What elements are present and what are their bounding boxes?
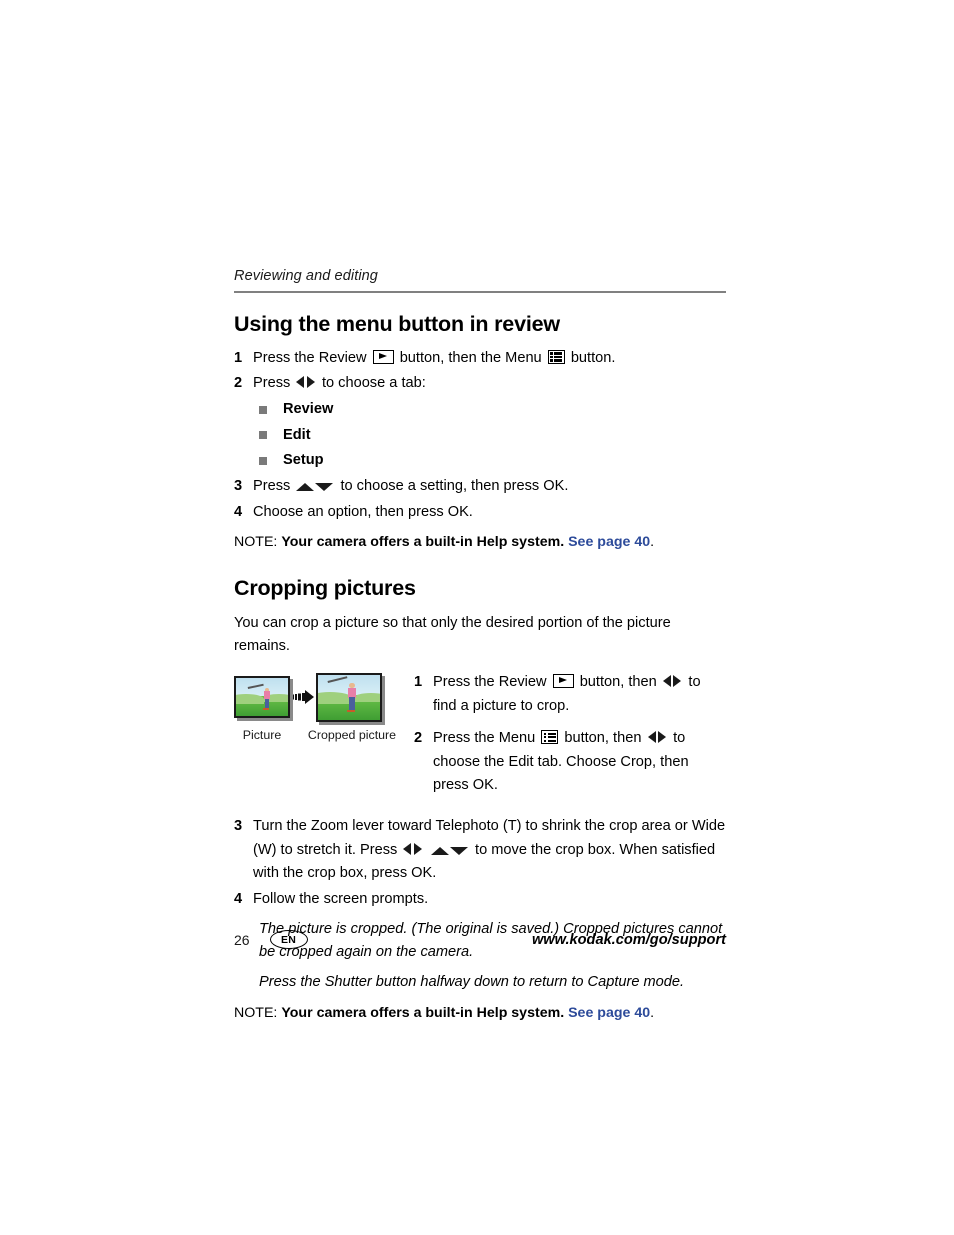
step-text-part: button, then [564,730,642,747]
step-text: Choose an option, then press OK. [253,503,473,520]
picture-thumbnail-wrap [234,676,293,722]
golfer-shoe [346,709,355,713]
menu-button-icon [541,730,559,745]
golfer-legs [264,698,269,709]
bullet-square-icon [259,405,267,414]
step-text-part: Press the Menu [433,730,536,747]
step-text: Turn the Zoom lever toward Telephoto (T)… [253,815,726,886]
tab-label: Setup [283,452,324,469]
thumbnail-captions: Picture Cropped picture [234,728,404,742]
crop-figure-steps: 1 Press the Review button, then to find … [404,668,726,807]
section-title-cropping: Cropping pictures [234,575,416,600]
cropping-intro: You can crop a picture so that only the … [234,614,671,655]
step-number: 3 [234,477,243,494]
step-4-choose-option: 4 Choose an option, then press OK. [234,501,726,525]
page-footer: 26 EN www.kodak.com/go/support [234,930,726,949]
step-text-part: Press [253,375,291,392]
step-text: Press to choose a tab: [253,372,726,396]
section-title-menu-button: Using the menu button in review [234,312,560,336]
see-page-link[interactable]: See page 40 [568,1005,650,1021]
step-text-part: to choose a tab: [321,375,426,392]
step-1-press-review: 1 Press the Review button, then the Menu… [234,347,726,371]
step-text: Press the Menu button, then to choose th… [433,727,726,798]
header-rule [234,291,726,293]
note-label: NOTE: [234,534,278,551]
left-right-arrows-icon [662,674,682,687]
crop-step-3-zoom-lever: 3 Turn the Zoom lever toward Telephoto (… [234,815,726,886]
running-header: Reviewing and editing [234,268,378,284]
tab-label: Review [283,401,334,417]
tab-item-setup: Setup [234,449,726,473]
step-number: 2 [414,730,423,747]
up-down-arrows-icon [296,482,334,491]
step-text-part: to choose a setting, then press OK. [340,477,569,494]
step-text: Press the Review button, then to find a … [433,671,726,718]
bullet-square-icon [259,431,267,440]
see-page-link[interactable]: See page 40 [568,534,650,550]
step-text-part: Press the Review [433,673,547,690]
golfer-figure [247,684,275,712]
picture-thumbnail [234,676,290,719]
step-text-part: Press the Review [253,349,367,366]
crop-step-4-follow-prompts: 4 Follow the screen prompts. [234,888,726,912]
step-text-part: button, then [579,673,657,690]
note-period: . [650,1004,655,1021]
cropped-picture-thumbnail [316,672,382,722]
step-number: 1 [414,673,423,690]
left-right-arrows-icon [296,376,315,389]
step-3-choose-setting: 3 Press to choose a setting, then press … [234,475,726,499]
cropped-picture-thumbnail-wrap [316,672,385,725]
note-help-system-1: NOTE: Your camera offers a built-in Help … [234,531,726,554]
step-2-choose-tab: 2 Press to choose a tab: [234,372,726,396]
note-period: . [650,534,655,551]
step-text: Press to choose a setting, then press OK… [253,475,726,499]
note-label: NOTE: [234,1004,278,1021]
page-content: Reviewing and editing Using the menu but… [234,268,726,1024]
thumbnail-row [234,672,404,725]
caption-picture: Picture [242,727,282,742]
crop-result-text-2: Press the Shutter button halfway down to… [259,973,685,990]
crop-figure-block: Picture Cropped picture 1 Press the Revi… [234,668,726,807]
step-number: 4 [234,891,243,908]
step-text-part: button. [570,349,616,366]
left-right-arrows-icon [647,731,666,744]
step-number: 1 [234,349,243,366]
step-text: Follow the screen prompts. [253,891,429,908]
crop-step-2: 2 Press the Menu button, then to choose … [414,727,726,798]
support-url[interactable]: www.kodak.com/go/support [532,932,726,948]
bullet-square-icon [259,457,267,466]
caption-cropped-picture: Cropped picture [307,727,397,742]
note-help-system-2: NOTE: Your camera offers a built-in Help … [234,1002,726,1025]
left-right-arrows-icon [403,842,422,855]
golfer-torso [347,687,356,698]
tab-label: Edit [283,426,311,443]
tab-item-review: Review [234,398,726,422]
page-number: 26 [234,931,250,948]
step-number: 4 [234,503,243,520]
crop-figure: Picture Cropped picture [234,668,404,742]
up-down-arrows-icon [430,846,468,855]
step-text-part: Press [253,477,291,494]
golfer-figure [327,676,362,715]
golfer-shoe [263,708,269,711]
note-text: Your camera offers a built-in Help syste… [281,1004,565,1021]
transform-arrow-icon [290,675,316,720]
golfer-legs [348,697,355,711]
step-text-part: button, then the Menu [399,349,542,366]
step-number: 3 [234,818,243,835]
step-text: Press the Review button, then the Menu b… [253,347,726,371]
note-text: Your camera offers a built-in Help syste… [281,534,565,551]
menu-button-icon [547,349,565,364]
review-button-icon [552,673,574,688]
language-badge: EN [269,930,308,949]
hill-shape [236,693,264,704]
step-number: 2 [234,375,243,392]
crop-step-1: 1 Press the Review button, then to find … [414,671,726,718]
review-button-icon [372,349,394,364]
tab-item-edit: Edit [234,424,726,448]
